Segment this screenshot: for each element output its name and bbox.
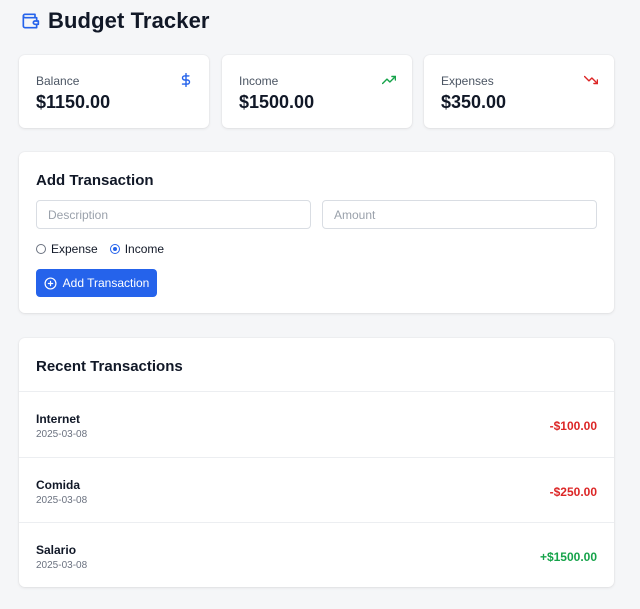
expense-radio[interactable]: Expense [36,242,98,256]
transaction-name: Comida [36,477,81,492]
app-header: Budget Tracker [20,8,210,34]
transaction-date: 2025-03-08 [36,560,88,571]
recent-transactions-card: Recent Transactions Internet 2025-03-08 … [19,338,614,587]
recent-transactions-title: Recent Transactions [36,358,183,375]
trending-down-icon [584,73,598,87]
expenses-label: Expenses [441,74,494,88]
add-transaction-card: Add Transaction Expense Income Add Trans… [19,152,614,313]
page-title: Budget Tracker [48,8,210,33]
transaction-amount: -$100.00 [549,419,597,433]
wallet-icon [20,11,40,31]
radio-circle[interactable] [36,244,46,254]
transaction-row: Salario 2025-03-08 +$1500.00 [19,522,614,588]
balance-card: Balance $1150.00 [19,55,209,128]
amount-input[interactable] [322,200,597,229]
balance-value: $1150.00 [36,92,111,112]
expenses-card: Expenses $350.00 [424,55,614,128]
income-value: $1500.00 [239,92,315,112]
expenses-value: $350.00 [441,92,507,112]
trending-up-icon [382,73,396,87]
income-label: Income [239,74,279,88]
transaction-date: 2025-03-08 [36,429,88,440]
income-card: Income $1500.00 [222,55,412,128]
plus-circle-icon [44,276,57,290]
transaction-amount: -$250.00 [549,484,597,499]
balance-label: Balance [36,74,80,88]
income-radio-label: Income [124,242,165,256]
transaction-row: Comida 2025-03-08 -$250.00 [19,456,614,523]
transaction-amount: +$1500.00 [539,550,597,564]
description-input[interactable] [36,200,311,229]
transaction-date: 2025-03-08 [36,494,88,506]
transaction-type-group: Expense Income [36,242,176,256]
add-transaction-button-label: Add Transaction [62,276,150,290]
transaction-row: Internet 2025-03-08 -$100.00 [19,391,614,457]
income-radio[interactable]: Income [109,242,165,256]
radio-circle[interactable] [109,244,120,254]
transaction-name: Salario [36,543,77,557]
transaction-name: Internet [36,412,81,426]
add-transaction-button[interactable]: Add Transaction [36,269,157,297]
transaction-list: Internet 2025-03-08 -$100.00 Comida 2025… [19,391,614,588]
expense-radio-label: Expense [51,242,98,256]
add-transaction-title: Add Transaction [36,172,154,189]
dollar-icon [179,73,193,87]
